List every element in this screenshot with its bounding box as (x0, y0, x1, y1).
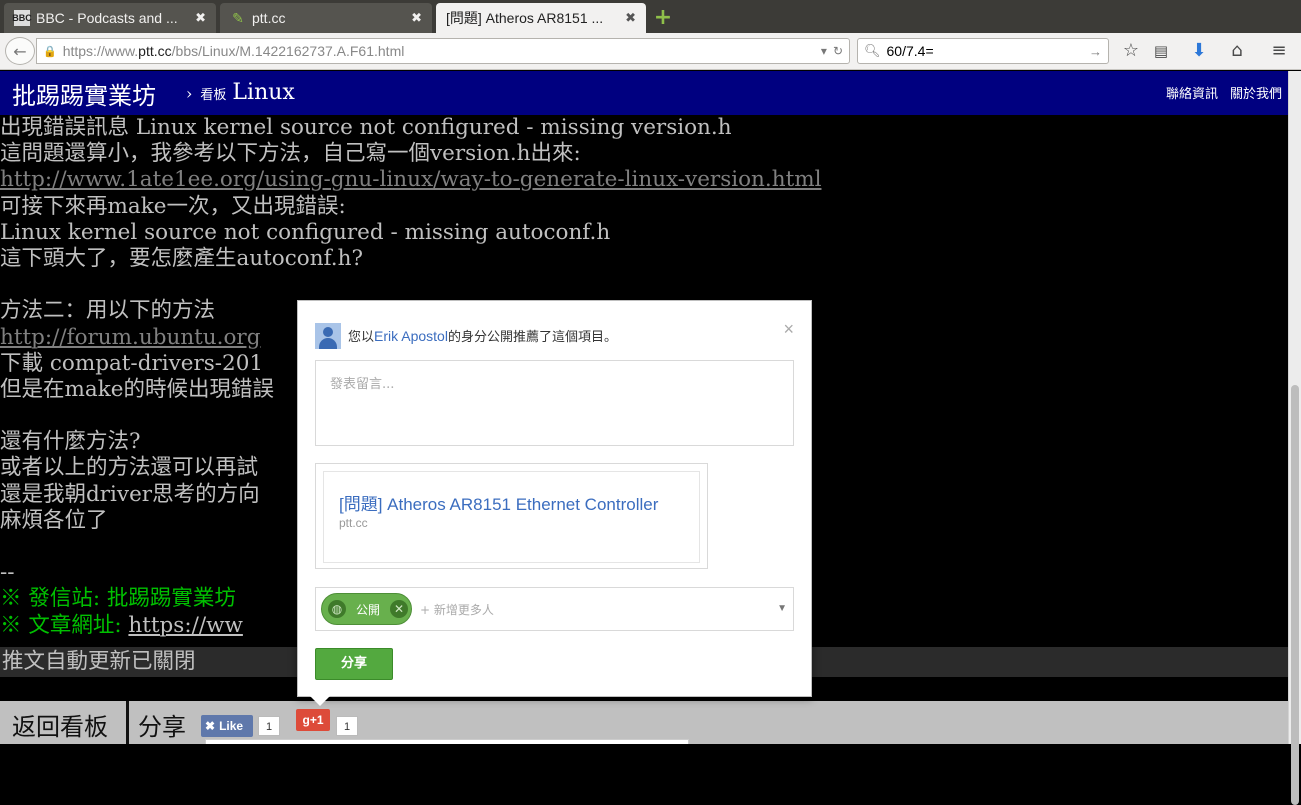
tab-title: ptt.cc (252, 10, 286, 26)
article-link[interactable]: http://www.1ate1ee.org/using-gnu-linux/w… (0, 167, 821, 192)
bottom-bar: 返回看板 分享 (0, 701, 1288, 744)
vertical-scrollbar[interactable] (1288, 71, 1301, 805)
like-count: 1 (258, 716, 280, 736)
dialog-pointer (310, 696, 330, 706)
article-line: 這問題還算小，我參考以下方法，自己寫一個version.h出來: (0, 141, 581, 167)
globe-icon: ◍ (328, 600, 346, 618)
search-bar[interactable]: 🔍︎ → (857, 38, 1109, 64)
dropdown-icon[interactable]: ▾ (821, 44, 827, 58)
intro-suffix: 的身分公開推薦了這個項目。 (447, 329, 617, 344)
close-icon[interactable]: × (783, 319, 794, 340)
url-path: /bbs/Linux/M.1422162737.A.F61.html (171, 43, 405, 59)
bbc-favicon-icon: BBC (12, 10, 32, 26)
pin-icon: ✎ (232, 9, 244, 26)
url-prefix: https://www. (62, 43, 139, 59)
url-bar[interactable]: 🔒 https://www.ptt.cc/bbs/Linux/M.1422162… (36, 38, 850, 64)
popup-edge (205, 739, 689, 744)
link-preview-card: [問題] Atheros AR8151 Ethernet Controller … (315, 463, 708, 569)
tab-title: [問題] Atheros AR8151 ... (446, 10, 604, 26)
reading-list-icon[interactable]: ▤ (1149, 39, 1173, 63)
board-link[interactable]: Linux (232, 80, 294, 105)
article-line: 出現錯誤訊息 Linux kernel source not configure… (0, 115, 732, 140)
navigation-bar: ← 🔒 https://www.ptt.cc/bbs/Linux/M.14221… (0, 33, 1301, 70)
close-icon[interactable]: ✖ (625, 10, 636, 26)
go-arrow-icon[interactable]: → (1089, 44, 1102, 59)
tab-strip: BBC BBC - Podcasts and ... ✖ ✎ ptt.cc ✖ … (0, 0, 1301, 33)
close-icon: ✖ (205, 719, 216, 733)
comment-input[interactable]: 發表留言... (315, 360, 794, 446)
contact-link[interactable]: 聯絡資訊 (1166, 83, 1218, 102)
arrow-left-icon: ← (13, 41, 27, 61)
tab-ptt[interactable]: ✎ ptt.cc ✖ (220, 3, 432, 33)
article-line: Linux kernel source not configured - mis… (0, 219, 611, 245)
tab-bbc[interactable]: BBC BBC - Podcasts and ... ✖ (4, 3, 216, 33)
share-label: 分享 (138, 713, 186, 741)
chip-label: 公開 (356, 602, 381, 617)
header-links: 聯絡資訊 關於我們 (1166, 83, 1282, 102)
url-text: https://www.ptt.cc/bbs/Linux/M.142216273… (63, 43, 821, 59)
plus-one-count: 1 (336, 716, 358, 736)
article-link[interactable]: http://forum.ubuntu.org (0, 325, 260, 350)
gplus-share-dialog: 您以Erik Apostol的身分公開推薦了這個項目。 × 發表留言... [問… (297, 300, 812, 706)
public-audience-chip[interactable]: ◍ 公開 ✕ (321, 593, 412, 625)
download-icon[interactable]: ⬇ (1187, 39, 1211, 63)
avatar (315, 323, 341, 349)
menu-icon[interactable]: ≡ (1267, 39, 1291, 63)
scrollbar-thumb[interactable] (1291, 385, 1299, 805)
tab-title: BBC - Podcasts and ... (36, 10, 178, 26)
chevron-down-icon[interactable]: ▼ (777, 603, 787, 614)
like-label: Like (219, 719, 244, 733)
audience-field[interactable]: ◍ 公開 ✕ + 新增更多人 ▼ (315, 587, 794, 631)
facebook-like-button[interactable]: ✖ Like (201, 715, 253, 737)
intro-prefix: 您以 (348, 329, 375, 344)
new-tab-button[interactable]: + (650, 5, 676, 31)
reload-icon[interactable]: ↻ (833, 44, 843, 58)
article-line: 這下頭大了，要怎麼產生autoconf.h? (0, 245, 363, 271)
tab-article[interactable]: [問題] Atheros AR8151 ... ✖ (436, 3, 646, 33)
article-url-label: ※ 文章網址: (0, 612, 129, 638)
breadcrumb: › 看板 Linux (186, 80, 295, 105)
back-to-board-button[interactable]: 返回看板 (12, 707, 108, 742)
site-logo-link[interactable]: 批踢踢實業坊 (12, 76, 156, 111)
home-icon[interactable]: ⌂ (1225, 39, 1249, 63)
about-link[interactable]: 關於我們 (1230, 83, 1282, 102)
article-line: 可接下來再make一次，又出現錯誤: (0, 193, 346, 219)
breadcrumb-separator: › (186, 84, 193, 103)
preview-title-link[interactable]: [問題] Atheros AR8151 Ethernet Controller (339, 490, 658, 515)
bookmark-star-icon[interactable]: ☆ (1119, 39, 1143, 63)
close-icon[interactable]: ✖ (195, 10, 206, 26)
ptt-header: 批踢踢實業坊 › 看板 Linux 聯絡資訊 關於我們 (0, 71, 1288, 115)
dialog-title: 您以Erik Apostol的身分公開推薦了這個項目。 (348, 326, 617, 345)
user-name-link[interactable]: Erik Apostol (374, 328, 448, 344)
search-icon: 🔍︎ (864, 43, 881, 58)
close-icon[interactable]: ✖ (411, 10, 422, 26)
google-plus-one-button[interactable]: g+1 (296, 709, 330, 731)
board-label: 看板 (200, 88, 227, 103)
url-domain: ptt.cc (138, 43, 172, 59)
back-button[interactable]: ← (5, 37, 35, 65)
article-url-link[interactable]: https://ww (128, 613, 242, 638)
lock-icon: 🔒 (43, 45, 57, 58)
search-input[interactable] (886, 43, 1089, 59)
divider (126, 701, 129, 744)
preview-site: ptt.cc (339, 516, 368, 530)
remove-icon[interactable]: ✕ (390, 600, 409, 618)
article-line (0, 272, 1288, 298)
link-preview-inner: [問題] Atheros AR8151 Ethernet Controller … (323, 471, 700, 563)
share-button[interactable]: 分享 (315, 648, 393, 680)
add-more-people-input[interactable]: + 新增更多人 (420, 601, 494, 618)
